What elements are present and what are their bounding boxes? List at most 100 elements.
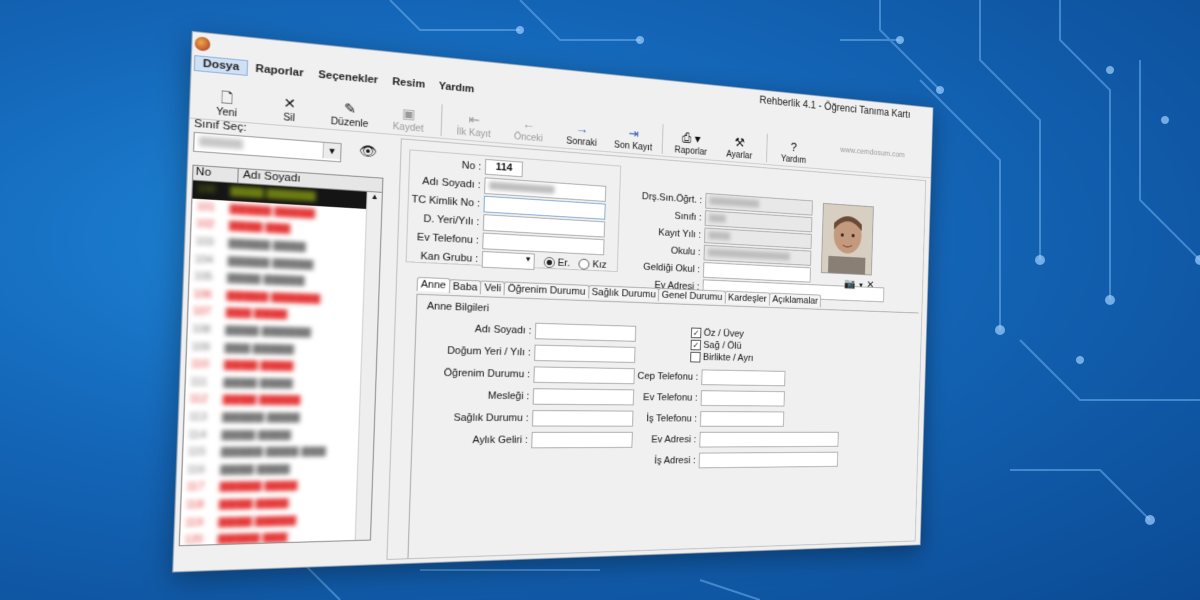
last-record-label: Son Kayıt — [613, 140, 653, 154]
mother-cell-label: Cep Telefonu : — [637, 370, 699, 383]
mother-name-row: Adı Soyadı : — [436, 320, 637, 342]
toolbar-separator — [661, 124, 664, 154]
help-label: Yardım — [780, 154, 807, 166]
save-label: Kaydet — [392, 121, 424, 135]
save-icon: ▣ — [401, 105, 416, 122]
mother-home-phone-field[interactable] — [700, 390, 785, 407]
mother-education-label: Öğrenim Durumu : — [443, 367, 531, 381]
remove-photo-icon[interactable]: ✕ — [866, 279, 874, 291]
gender-female-radio[interactable]: Kız — [578, 258, 607, 271]
grid-rows: 100 ▇▇▇▇ ▇▇▇▇▇▇ 101 ▇▇▇▇▇ ▇▇▇▇▇ 102 ▇▇▇▇ ▇▇… — [180, 180, 367, 545]
delete-icon: ✕ — [283, 94, 297, 112]
mother-home-phone-label: Ev Telefonu : — [642, 392, 698, 404]
camera-icon[interactable]: 📷 — [844, 277, 856, 289]
step-checkbox-label: Öz / Üvey — [703, 327, 745, 340]
tab-veli[interactable]: Veli — [480, 280, 506, 296]
home-phone-label: Ev Telefonu : — [416, 231, 479, 247]
class-select-value — [198, 136, 244, 150]
help-button[interactable]: ? Yardım — [770, 138, 817, 166]
table-row[interactable]: 113 ▇▇▇▇▇ ▇▇▇▇ — [184, 409, 359, 427]
table-row[interactable]: 111 ▇▇▇▇ ▇▇▇▇ — [185, 374, 360, 393]
mother-cell-field[interactable] — [701, 369, 786, 387]
new-file-icon: 🗋 — [220, 89, 234, 107]
mother-cell-row: Cep Telefonu : — [629, 368, 786, 387]
table-row[interactable]: 114 ▇▇▇▇ ▇▇▇▇ — [184, 426, 359, 444]
save-button[interactable]: ▣ Kaydet — [379, 103, 438, 135]
mother-work-address-label: İş Adresi : — [654, 455, 696, 467]
student-photo[interactable] — [820, 202, 874, 276]
mother-home-address-field[interactable] — [699, 431, 839, 448]
mother-income-field[interactable] — [531, 431, 633, 449]
printer-icon: ⎙ ▾ — [681, 130, 701, 146]
no-label: No : — [461, 159, 482, 172]
mother-name-field[interactable] — [534, 322, 637, 342]
tab-anne[interactable]: Anne — [416, 276, 451, 293]
mother-education-field[interactable] — [533, 366, 635, 385]
mother-health-field[interactable] — [531, 410, 634, 427]
edit-button[interactable]: ✎ Düzenle — [319, 98, 380, 131]
mother-income-label: Aylık Geliri : — [472, 434, 528, 446]
tab-saglik-durumu[interactable]: Sağlık Durumu — [587, 284, 660, 302]
tc-label: TC Kimlik No : — [411, 193, 481, 210]
birth-label: D. Yeri/Yılı : — [423, 213, 480, 228]
mother-work-phone-row: İş Telefonu : — [628, 411, 785, 427]
app-icon — [194, 36, 211, 52]
first-record-button[interactable]: ⇤ İlk Kayıt — [445, 109, 502, 140]
name-label: Adı Soyadı : — [422, 175, 481, 191]
tab-aciklamalar[interactable]: Açıklamalar — [768, 292, 822, 308]
tab-genel-durumu[interactable]: Genel Durumu — [658, 287, 726, 304]
tab-ogrenim-durumu[interactable]: Öğrenim Durumu — [503, 281, 590, 299]
blood-label: Kan Grubu : — [420, 250, 479, 265]
delete-label: Sil — [282, 112, 296, 125]
delete-button[interactable]: ✕ Sil — [258, 93, 320, 126]
new-button[interactable]: 🗋 Yeni — [194, 87, 259, 121]
help-icon: ? — [790, 139, 798, 154]
prev-school-label: Geldiği Okul : — [643, 261, 701, 275]
mother-birth-label: Doğum Yeri / Yılı : — [446, 345, 531, 359]
mother-home-address-label: Ev Adresi : — [651, 434, 697, 446]
together-checkbox[interactable]: Birlikte / Ayrı — [690, 351, 754, 364]
tab-baba[interactable]: Baba — [448, 279, 482, 295]
mother-work-address-row: İş Adresi : — [626, 451, 839, 469]
mother-job-row: Mesleği : — [433, 387, 635, 406]
checkbox-empty-icon — [690, 351, 701, 363]
previous-arrow-icon: ← — [522, 116, 536, 132]
no-field[interactable]: 114 — [484, 158, 523, 178]
chevron-down-icon[interactable]: ▼ — [858, 281, 864, 289]
mother-job-field[interactable] — [532, 388, 635, 406]
chevron-down-icon[interactable]: ▼ — [322, 142, 341, 160]
app-window: Rehberlik 4.1 - Öğrenci Tanıma Kartı Dos… — [172, 30, 934, 573]
tab-kardesler[interactable]: Kardeşler — [724, 290, 771, 306]
next-button[interactable]: → Sonraki — [555, 119, 608, 149]
toolbar-separator — [766, 133, 768, 163]
toolbar-separator — [440, 104, 443, 136]
mother-birth-row: Doğum Yeri / Yılı : — [435, 342, 636, 363]
reports-button[interactable]: ⎙ ▾ Raporlar — [666, 129, 716, 158]
step-checkbox[interactable]: ✓ Öz / Üvey — [690, 327, 745, 340]
alive-checkbox[interactable]: ✓ Sağ / Ölü — [690, 339, 742, 351]
mother-tab-content: Anne Bilgileri Adı Soyadı : Doğum Yeri /… — [407, 293, 919, 559]
grid-header-no[interactable]: No — [193, 165, 239, 183]
binoculars-icon[interactable]: 👁 — [359, 143, 378, 161]
mother-home-phone-row: Ev Telefonu : — [628, 389, 785, 407]
mother-job-label: Mesleği : — [487, 390, 530, 402]
blood-select[interactable]: ▼ — [481, 251, 535, 270]
checkmark-icon: ✓ — [690, 327, 702, 339]
mother-name-label: Adı Soyadı : — [474, 323, 532, 337]
radio-empty-icon — [578, 258, 590, 270]
last-record-button[interactable]: ⇥ Son Kayıt — [607, 124, 659, 154]
settings-button[interactable]: ⚒ Ayarlar — [715, 133, 763, 162]
previous-button[interactable]: ← Önceki — [501, 114, 556, 145]
gender-male-radio[interactable]: Er. — [543, 256, 570, 269]
next-label: Sonraki — [566, 136, 597, 149]
mother-work-address-field[interactable] — [698, 451, 839, 469]
mother-health-label: Sağlık Durumu : — [453, 412, 529, 424]
table-row[interactable]: 112 ▇▇▇▇ ▇▇▇▇▇ — [185, 391, 360, 410]
website-link[interactable]: www.cemdosum.com — [840, 145, 905, 159]
mother-birth-field[interactable] — [534, 344, 636, 363]
gender-female-label: Kız — [592, 259, 607, 271]
mother-work-phone-field[interactable] — [699, 411, 785, 427]
student-grid: No Adı Soyadı 100 ▇▇▇▇ ▇▇▇▇▇▇ 101 ▇▇▇▇▇ ▇▇… — [178, 164, 384, 547]
edit-icon: ✎ — [343, 100, 357, 117]
table-row[interactable]: 115 ▇▇▇▇▇ ▇▇▇▇ ▇▇▇ — [183, 443, 358, 461]
